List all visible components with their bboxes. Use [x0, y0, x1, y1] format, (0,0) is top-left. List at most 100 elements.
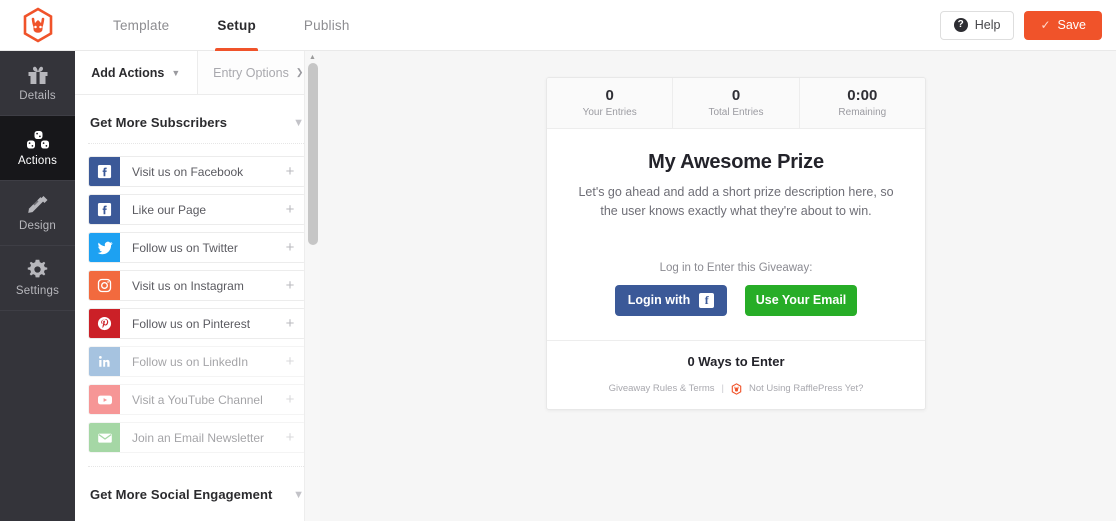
chevron-right-icon: ❯	[295, 67, 304, 77]
check-icon: ✓	[1040, 18, 1051, 32]
app-logo[interactable]	[0, 0, 75, 51]
scrollbar-thumb[interactable]	[308, 63, 318, 245]
save-button-label: Save	[1057, 18, 1087, 32]
header-actions: ? Help ✓ Save	[939, 10, 1116, 40]
rafflepress-bunny-logo-icon	[23, 7, 52, 43]
section-get-more-subscribers[interactable]: Get More Subscribers ▼	[88, 95, 306, 144]
sidebar-item-design[interactable]: Design	[0, 181, 75, 246]
facebook-icon	[89, 157, 120, 186]
sidebar-item-design-label: Design	[19, 219, 56, 232]
pinterest-icon	[89, 309, 120, 338]
login-buttons: Login with f Use Your Email	[573, 284, 899, 316]
tab-setup[interactable]: Setup	[193, 0, 280, 51]
chevron-down-icon: ▼	[171, 67, 181, 78]
sidebar-item-actions-label: Actions	[17, 154, 58, 167]
top-header: Template Setup Publish ? Help ✓ Save	[0, 0, 1116, 51]
plus-icon[interactable]: +	[275, 423, 305, 452]
plus-icon[interactable]: +	[275, 157, 305, 186]
instagram-icon	[89, 271, 120, 300]
login-prompt: Log in to Enter this Giveaway:	[659, 261, 813, 274]
facebook-icon: f	[699, 292, 715, 308]
action-row-label: Follow us on LinkedIn	[132, 354, 249, 369]
action-row-label: Follow us on Pinterest	[132, 316, 251, 331]
login-with-facebook-button[interactable]: Login with f	[615, 284, 727, 316]
stat-remaining-label: Remaining	[838, 106, 887, 118]
rafflepress-promo-link[interactable]: Not Using RafflePress Yet?	[749, 383, 863, 394]
action-row-label: Like our Page	[132, 202, 207, 217]
use-your-email-label: Use Your Email	[755, 293, 847, 308]
plus-icon[interactable]: +	[275, 271, 305, 300]
action-list: Visit us on Facebook + Like our Page + F…	[88, 144, 306, 453]
twitter-icon	[89, 233, 120, 262]
panel-body: Get More Subscribers ▼ Visit us on Faceb…	[75, 95, 319, 521]
plus-icon[interactable]: +	[275, 233, 305, 262]
action-row-label: Visit a YouTube Channel	[132, 392, 263, 407]
stat-total-entries: 0 Total Entries	[672, 78, 798, 128]
sidebar-item-actions[interactable]: Actions	[0, 116, 75, 181]
action-row-join-newsletter[interactable]: Join an Email Newsletter +	[88, 422, 306, 453]
action-row-label: Join an Email Newsletter	[132, 430, 265, 445]
linkedin-icon	[89, 347, 120, 376]
action-row-follow-twitter[interactable]: Follow us on Twitter +	[88, 232, 306, 263]
sidebar-item-details-label: Details	[19, 89, 56, 102]
gear-icon	[27, 259, 48, 278]
rafflepress-bunny-logo-icon	[731, 382, 742, 395]
ways-to-enter: 0 Ways to Enter	[687, 353, 785, 369]
main-tabs: Template Setup Publish	[89, 0, 374, 51]
prize-title: My Awesome Prize	[648, 151, 824, 173]
question-circle-icon: ?	[953, 18, 968, 32]
action-row-label: Visit us on Facebook	[132, 164, 244, 179]
tab-template-label: Template	[113, 17, 170, 33]
pencil-ruler-icon	[27, 195, 47, 213]
panel-scrollbar[interactable]: ▲	[304, 51, 320, 521]
help-button-label: Help	[974, 18, 1001, 32]
panel-tab-entry-options[interactable]: Entry Options ❯	[197, 51, 319, 94]
login-with-facebook-label: Login with	[627, 293, 691, 308]
caret-up-icon[interactable]: ▲	[305, 51, 320, 63]
tab-template[interactable]: Template	[89, 0, 193, 51]
rafflepress-giveaway-builder: Template Setup Publish ? Help ✓ Save Det…	[0, 0, 1116, 521]
plus-icon[interactable]: +	[275, 347, 305, 376]
panel-tab-add-actions[interactable]: Add Actions ▼	[75, 51, 198, 94]
action-row-follow-linkedin[interactable]: Follow us on LinkedIn +	[88, 346, 306, 377]
stat-your-entries: 0 Your Entries	[547, 78, 672, 128]
left-nav-rail: Details Actions Design Settings	[0, 51, 75, 521]
youtube-icon	[89, 385, 120, 414]
stat-remaining: 0:00 Remaining	[798, 78, 925, 128]
section-get-more-social-engagement-title: Get More Social Engagement	[90, 487, 273, 502]
action-row-visit-youtube[interactable]: Visit a YouTube Channel +	[88, 384, 306, 415]
action-row-label: Follow us on Twitter	[132, 240, 238, 255]
prize-section: My Awesome Prize Let's go ahead and add …	[547, 129, 925, 340]
sidebar-item-settings-label: Settings	[15, 285, 60, 297]
footer-separator: |	[721, 383, 724, 395]
chevron-down-icon[interactable]: ▼	[293, 489, 304, 501]
help-button[interactable]: ? Help	[939, 10, 1015, 40]
tab-publish[interactable]: Publish	[280, 0, 374, 51]
section-get-more-social-engagement[interactable]: Get More Social Engagement ▼	[88, 466, 306, 515]
tab-publish-label: Publish	[303, 17, 350, 33]
envelope-icon	[89, 423, 120, 452]
use-your-email-button[interactable]: Use Your Email	[745, 284, 857, 316]
giveaway-rules-link[interactable]: Giveaway Rules & Terms	[609, 383, 715, 394]
giveaway-preview-card: 0 Your Entries 0 Total Entries 0:00 Rema…	[546, 77, 926, 410]
action-row-like-page[interactable]: Like our Page +	[88, 194, 306, 225]
panel-tab-entry-options-label: Entry Options	[213, 65, 289, 80]
sidebar-item-details[interactable]: Details	[0, 51, 75, 116]
stat-total-entries-value: 0	[731, 87, 741, 105]
plus-icon[interactable]: +	[275, 195, 305, 224]
plus-icon[interactable]: +	[275, 385, 305, 414]
action-row-visit-instagram[interactable]: Visit us on Instagram +	[88, 270, 306, 301]
footer-links: Giveaway Rules & Terms | Not Using Raffl…	[547, 382, 925, 395]
blocks-icon	[26, 130, 49, 148]
action-row-follow-pinterest[interactable]: Follow us on Pinterest +	[88, 308, 306, 339]
gift-icon	[28, 66, 47, 84]
tab-setup-label: Setup	[217, 17, 256, 33]
action-row-visit-facebook[interactable]: Visit us on Facebook +	[88, 156, 306, 187]
chevron-down-icon[interactable]: ▼	[293, 117, 304, 129]
panel-tab-add-actions-label: Add Actions	[91, 65, 165, 80]
plus-icon[interactable]: +	[275, 309, 305, 338]
sidebar-item-settings[interactable]: Settings	[0, 246, 75, 311]
section-get-more-subscribers-title: Get More Subscribers	[90, 115, 228, 130]
save-button[interactable]: ✓ Save	[1024, 10, 1102, 40]
panel-tabs: Add Actions ▼ Entry Options ❯	[75, 51, 319, 95]
